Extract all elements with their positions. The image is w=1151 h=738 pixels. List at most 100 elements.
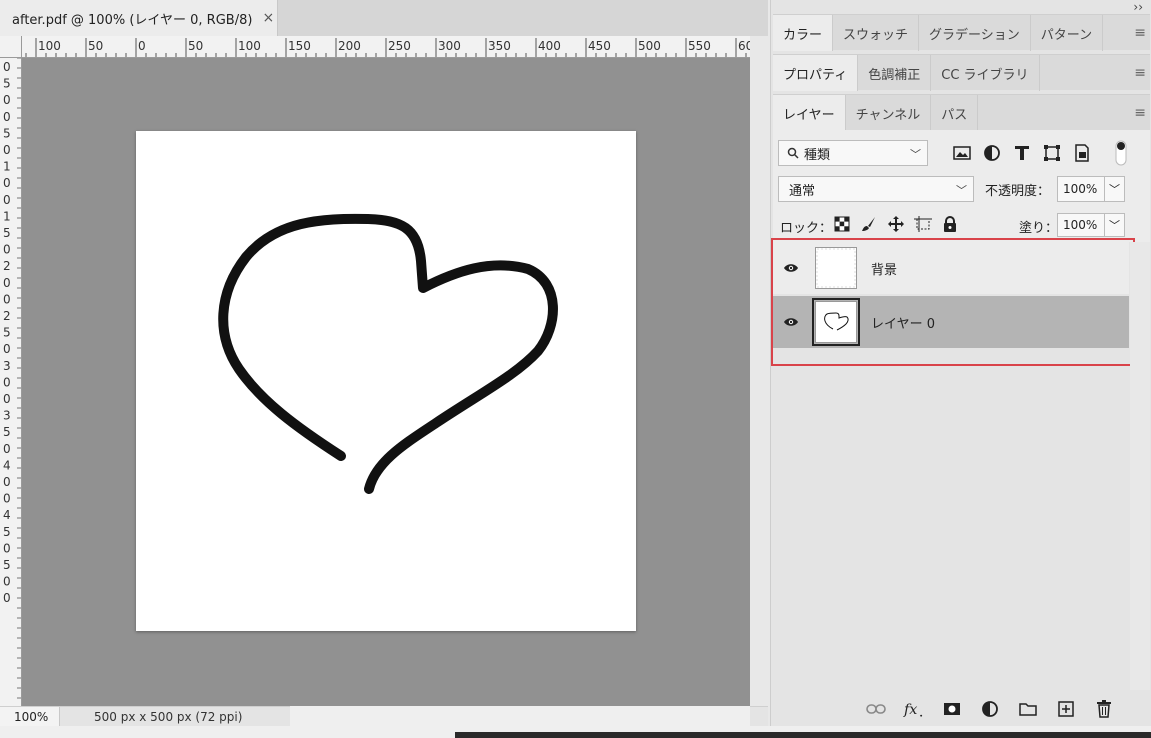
document-window: after.pdf @ 100% (レイヤー 0, RGB/8) × 100 50… <box>0 0 768 738</box>
tab-swatches[interactable]: スウォッチ <box>833 15 920 51</box>
opacity-value: 100% <box>1063 182 1098 196</box>
lock-transparent-icon[interactable] <box>833 215 851 233</box>
delete-layer-icon[interactable] <box>1093 698 1114 719</box>
ruler-label: 0 <box>3 93 11 107</box>
panel-menu-icon[interactable]: ≡ <box>1134 65 1146 81</box>
horizontal-scrollbar[interactable] <box>290 706 750 726</box>
lock-label: ロック： <box>780 221 833 236</box>
tab-channels[interactable]: チャンネル <box>846 95 932 131</box>
ruler-label: 0 <box>3 193 11 207</box>
layer-list: 背景 レイヤー 0 <box>771 238 1150 690</box>
ruler-label: 0 <box>3 143 11 157</box>
lock-image-icon[interactable] <box>860 215 878 233</box>
ruler-label: 500 <box>638 39 661 53</box>
link-layers-icon[interactable] <box>865 698 886 719</box>
layer-filter-icons <box>951 142 1092 163</box>
fill-field[interactable]: 100% ﹀ <box>1057 213 1125 237</box>
shape-filter-icon[interactable] <box>1041 142 1062 163</box>
blend-mode-select[interactable]: 通常 ﹀ <box>778 176 974 202</box>
document-tab[interactable]: after.pdf @ 100% (レイヤー 0, RGB/8) × <box>0 0 278 36</box>
tab-adjustments[interactable]: 色調補正 <box>858 55 932 91</box>
ruler-label: 0 <box>3 292 11 306</box>
lock-all-icon[interactable] <box>941 215 959 233</box>
canvas-pasteboard[interactable] <box>22 58 750 706</box>
tab-properties[interactable]: プロパティ <box>773 55 859 91</box>
blend-mode-label: 通常 <box>789 183 816 199</box>
heart-drawing <box>218 213 558 494</box>
tab-layers[interactable]: レイヤー <box>773 95 846 131</box>
new-adjustment-icon[interactable] <box>979 698 1000 719</box>
chevron-down-icon[interactable]: ﹀ <box>1104 177 1124 201</box>
ruler-label: 4 <box>3 508 11 522</box>
ruler-label: 2 <box>3 259 11 273</box>
ruler-label: 0 <box>138 39 146 53</box>
smart-object-filter-icon[interactable] <box>1071 142 1092 163</box>
ruler-label: 4 <box>3 458 11 472</box>
ruler-label: 5 <box>3 77 11 91</box>
ruler-label: 0 <box>3 60 11 74</box>
layers-panel-group: レイヤー チャンネル パス ≡ <box>773 94 1150 131</box>
image-filter-icon[interactable] <box>951 142 972 163</box>
lock-icons <box>833 215 959 233</box>
footer-icons: fx <box>865 698 1114 719</box>
ruler-label: 100 <box>38 39 61 53</box>
ruler-label: 2 <box>3 309 11 323</box>
kind-filter-label: 種類 <box>804 147 831 163</box>
ruler-label: 5 <box>3 525 11 539</box>
ruler-label: 0 <box>3 492 11 506</box>
ruler-label: 0 <box>3 392 11 406</box>
ruler-label: 1 <box>3 160 11 174</box>
opacity-label: 不透明度： <box>985 184 1051 199</box>
vertical-ruler[interactable]: 0 5 0 0 5 0 1 0 0 1 5 0 2 0 0 2 5 0 3 0 0 3 5 0 4 0 0 4 5 0 5 0 0 <box>0 58 22 706</box>
ruler-label: 250 <box>388 39 411 53</box>
panel-menu-icon[interactable]: ≡ <box>1134 25 1146 41</box>
svg-text:fx: fx <box>903 701 917 717</box>
tab-gradients[interactable]: グラデーション <box>919 15 1031 51</box>
panel-menu-icon[interactable]: ≡ <box>1134 105 1146 121</box>
tab-color[interactable]: カラー <box>773 15 834 51</box>
photoshop-window: after.pdf @ 100% (レイヤー 0, RGB/8) × 100 50… <box>0 0 1151 738</box>
close-icon[interactable]: × <box>262 10 274 26</box>
document-tab-bar: after.pdf @ 100% (レイヤー 0, RGB/8) × <box>0 0 768 36</box>
filter-toggle-switch[interactable] <box>1115 140 1127 166</box>
adjustment-filter-icon[interactable] <box>981 142 1002 163</box>
ruler-label: 5 <box>3 226 11 240</box>
tab-paths[interactable]: パス <box>931 95 979 131</box>
ruler-label: 0 <box>3 375 11 389</box>
new-layer-icon[interactable] <box>1055 698 1076 719</box>
horizontal-ruler-ticks: 1005005010015020025030035040045050055060 <box>25 38 750 57</box>
color-panel-group: カラー スウォッチ グラデーション パターン ≡ <box>773 14 1150 51</box>
ruler-label: 300 <box>438 39 461 53</box>
lock-position-icon[interactable] <box>887 215 905 233</box>
type-filter-icon[interactable] <box>1011 142 1032 163</box>
ruler-label: 0 <box>3 475 11 489</box>
fx-icon[interactable]: fx <box>903 698 924 719</box>
add-mask-icon[interactable] <box>941 698 962 719</box>
ruler-label: 0 <box>3 342 11 356</box>
highlight-annotation <box>771 238 1135 366</box>
ruler-label: 400 <box>538 39 561 53</box>
lock-artboard-icon[interactable] <box>914 215 932 233</box>
tab-patterns[interactable]: パターン <box>1031 15 1104 51</box>
ruler-label: 3 <box>3 409 11 423</box>
ruler-label: 0 <box>3 243 11 257</box>
ruler-label: 0 <box>3 176 11 190</box>
kind-filter-select[interactable]: 種類 ﹀ <box>778 140 928 166</box>
ruler-label: 3 <box>3 359 11 373</box>
layers-panel: 種類 ﹀ 通常 ﹀ 不透明度： 100% ﹀ ロック： 塗り： 100% ﹀ 背… <box>771 130 1150 690</box>
collapse-panels-icon[interactable]: ›› <box>1133 0 1143 14</box>
ruler-label: 0 <box>3 591 11 605</box>
layer-list-scrollbar[interactable] <box>1130 242 1150 690</box>
tab-cc-libraries[interactable]: CC ライブラリ <box>931 55 1040 91</box>
document-canvas[interactable] <box>136 131 636 631</box>
ruler-origin[interactable] <box>0 36 22 58</box>
chevron-down-icon[interactable]: ﹀ <box>1104 214 1124 236</box>
new-group-icon[interactable] <box>1017 698 1038 719</box>
opacity-field[interactable]: 100% ﹀ <box>1057 176 1125 202</box>
zoom-field[interactable]: 100% <box>0 706 60 727</box>
ruler-label: 200 <box>338 39 361 53</box>
ruler-label: 100 <box>238 39 261 53</box>
horizontal-ruler[interactable]: 1005005010015020025030035040045050055060 <box>22 36 750 58</box>
taskbar-edge <box>455 732 1151 738</box>
vertical-scrollbar[interactable] <box>750 36 768 706</box>
